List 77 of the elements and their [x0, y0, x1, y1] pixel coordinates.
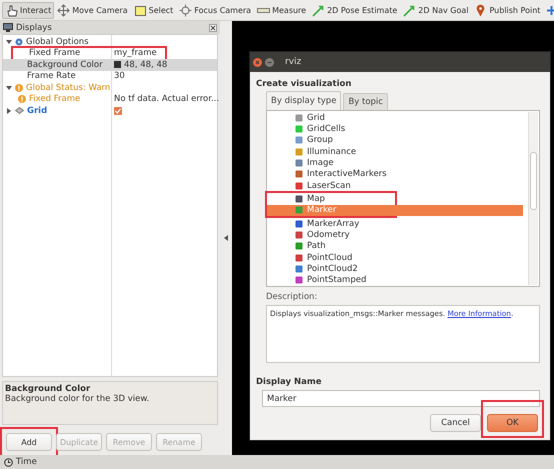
- tool-button[interactable]: Publish Point: [471, 2, 544, 18]
- color-swatch: [114, 61, 121, 68]
- display-name-field[interactable]: Marker: [262, 390, 540, 407]
- move-arrows-icon: [57, 4, 70, 16]
- list-item[interactable]: Grid: [267, 112, 527, 124]
- list-item[interactable]: PointStamped: [267, 274, 527, 286]
- warning-icon: [15, 84, 23, 92]
- tool-button[interactable]: Focus Camera: [176, 2, 254, 18]
- tree-row[interactable]: Fixed Frame my_frame: [13, 48, 165, 59]
- list-item[interactable]: Group: [267, 134, 527, 146]
- tool-button[interactable]: Move Camera: [54, 2, 131, 18]
- list-item[interactable]: InteractiveMarkers: [267, 168, 527, 180]
- display-name-label: Display Name: [256, 377, 322, 387]
- plus-icon[interactable]: [546, 4, 554, 16]
- tool-button[interactable]: Interact: [2, 2, 54, 18]
- section-heading: Create visualization: [256, 79, 352, 89]
- description-text: Background color for the 3D view.: [5, 394, 150, 404]
- map-pin-icon: [474, 4, 488, 16]
- property-value: No tf data. Actual error...: [114, 94, 220, 104]
- tree-row[interactable]: Frame Rate 30: [3, 70, 217, 82]
- hand-icon: [5, 4, 18, 16]
- list-item[interactable]: GridCells: [267, 123, 527, 135]
- options-icon: [15, 38, 23, 46]
- property-value: 30: [114, 71, 125, 82]
- list-item[interactable]: Image: [267, 157, 527, 169]
- dialog-button[interactable]: Cancel: [430, 414, 481, 432]
- property-value: my_frame: [114, 48, 157, 58]
- status-label: Time: [16, 457, 37, 467]
- list-item[interactable]: Map: [267, 193, 523, 205]
- tab[interactable]: By display type: [266, 91, 342, 110]
- scrollbar[interactable]: [528, 112, 538, 285]
- grid-icon: [15, 107, 24, 114]
- list-item[interactable]: LaserScan: [267, 180, 527, 192]
- list-item[interactable]: MarkerArray: [267, 218, 527, 230]
- arrow-icon: [312, 4, 326, 16]
- scrollbar-thumb[interactable]: [530, 152, 537, 210]
- monitor-icon: [3, 23, 13, 32]
- close-icon[interactable]: [209, 24, 217, 32]
- clock-icon: [4, 458, 13, 466]
- tree-item-label: Fixed Frame: [29, 48, 80, 58]
- property-value: 48, 48, 48: [124, 60, 168, 70]
- checkbox[interactable]: [114, 106, 122, 115]
- list-item[interactable]: Illuminance: [267, 146, 527, 158]
- tree-item-label: Global Status: Warn: [26, 82, 110, 93]
- expander-icon[interactable]: [6, 84, 12, 91]
- splitter-arrow-icon[interactable]: [224, 235, 228, 241]
- list-item[interactable]: PointCloud: [267, 252, 527, 264]
- crosshair-icon: [179, 4, 192, 16]
- tree-item-label: Global Options: [26, 36, 89, 47]
- expander-icon[interactable]: [6, 108, 12, 114]
- selection-square-icon: [134, 4, 147, 16]
- description-title: Background Color: [5, 384, 92, 394]
- tool-button[interactable]: Measure: [254, 2, 310, 18]
- window-title: rviz: [285, 57, 302, 67]
- list-item[interactable]: PointCloud2: [267, 263, 527, 275]
- tree-item-label: Frame Rate: [27, 71, 76, 82]
- tool-button[interactable]: Select: [130, 2, 176, 18]
- tab[interactable]: By topic: [343, 93, 388, 110]
- warning-icon: [18, 95, 26, 104]
- minimize-icon[interactable]: [265, 58, 274, 66]
- expander-icon[interactable]: [6, 38, 12, 45]
- list-item[interactable]: Path: [267, 240, 527, 252]
- tree-row[interactable]: Grid: [3, 105, 217, 116]
- tree-row[interactable]: Global Options: [3, 36, 217, 48]
- list-item[interactable]: Odometry: [267, 230, 527, 241]
- tree-row[interactable]: Fixed Frame No tf data. Actual error...: [3, 94, 217, 105]
- description-label: Description:: [266, 292, 318, 302]
- tree-item-label: Background Color: [27, 60, 103, 70]
- tree-item-label: Grid: [27, 106, 48, 116]
- tree-row[interactable]: Background Color 48, 48, 48: [3, 59, 217, 70]
- arrow-icon: [403, 4, 416, 16]
- dialog-button[interactable]: OK: [487, 414, 538, 432]
- panel-title: Displays: [16, 22, 53, 32]
- tree-item-label: Fixed Frame: [29, 94, 80, 104]
- panel-button[interactable]: Add: [6, 433, 52, 451]
- tool-button[interactable]: 2D Nav Goal: [400, 2, 472, 18]
- tool-button[interactable]: 2D Pose Estimate: [309, 2, 400, 18]
